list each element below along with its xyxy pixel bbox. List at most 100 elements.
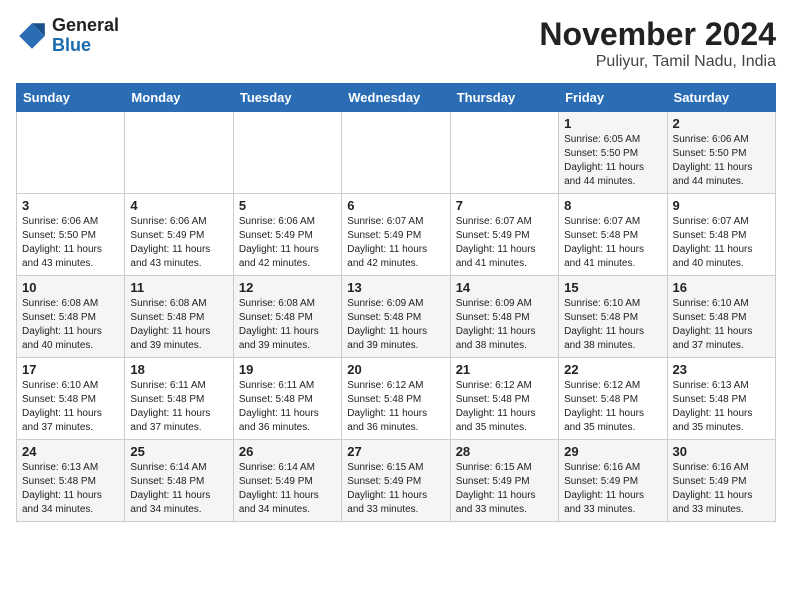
day-info: Sunrise: 6:08 AMSunset: 5:48 PMDaylight:… (22, 297, 119, 353)
calendar-cell: 2 Sunrise: 6:06 AMSunset: 5:50 PMDaylight… (667, 112, 775, 194)
day-info: Sunrise: 6:08 AMSunset: 5:48 PMDaylight:… (130, 297, 227, 353)
day-number: 26 (239, 444, 336, 459)
calendar-cell: 14Sunrise: 6:09 AMSunset: 5:48 PMDayligh… (450, 276, 558, 358)
calendar-cell: 15Sunrise: 6:10 AMSunset: 5:48 PMDayligh… (559, 276, 667, 358)
weekday-header: Saturday (667, 84, 775, 112)
calendar-header-row: SundayMondayTuesdayWednesdayThursdayFrid… (17, 84, 776, 112)
day-number: 29 (564, 444, 661, 459)
day-number: 4 (130, 198, 227, 213)
day-number: 21 (456, 362, 553, 377)
day-number: 11 (130, 280, 227, 295)
day-info: Sunrise: 6:11 AMSunset: 5:48 PMDaylight:… (130, 379, 227, 435)
day-info: Sunrise: 6:10 AMSunset: 5:48 PMDaylight:… (673, 297, 770, 353)
day-number: 8 (564, 198, 661, 213)
day-number: 22 (564, 362, 661, 377)
calendar-cell: 27 Sunrise: 6:15 AMSunset: 5:49 PMDayligh… (342, 440, 450, 522)
calendar-cell: 16 Sunrise: 6:10 AMSunset: 5:48 PMDayligh… (667, 276, 775, 358)
calendar-cell: 25 Sunrise: 6:14 AMSunset: 5:48 PMDayligh… (125, 440, 233, 522)
day-number: 14 (456, 280, 553, 295)
logo-icon (16, 20, 48, 52)
day-info: Sunrise: 6:08 AMSunset: 5:48 PMDaylight:… (239, 297, 336, 353)
day-info: Sunrise: 6:07 AMSunset: 5:49 PMDaylight:… (456, 215, 553, 271)
weekday-header: Friday (559, 84, 667, 112)
day-info: Sunrise: 6:07 AMSunset: 5:48 PMDaylight:… (564, 215, 661, 271)
day-info: Sunrise: 6:09 AMSunset: 5:48 PMDaylight:… (347, 297, 444, 353)
calendar-cell: 20Sunrise: 6:12 AMSunset: 5:48 PMDayligh… (342, 358, 450, 440)
day-info: Sunrise: 6:13 AMSunset: 5:48 PMDaylight:… (673, 379, 770, 435)
calendar-cell: 24 Sunrise: 6:13 AMSunset: 5:48 PMDayligh… (17, 440, 125, 522)
weekday-header: Wednesday (342, 84, 450, 112)
day-info: Sunrise: 6:13 AMSunset: 5:48 PMDaylight:… (22, 461, 119, 517)
logo: General Blue (16, 16, 119, 56)
day-info: Sunrise: 6:05 AMSunset: 5:50 PMDaylight:… (564, 133, 661, 189)
day-number: 7 (456, 198, 553, 213)
calendar-cell: 22 Sunrise: 6:12 AMSunset: 5:48 PMDayligh… (559, 358, 667, 440)
day-info: Sunrise: 6:15 AMSunset: 5:49 PMDaylight:… (456, 461, 553, 517)
day-info: Sunrise: 6:15 AMSunset: 5:49 PMDaylight:… (347, 461, 444, 517)
day-number: 24 (22, 444, 119, 459)
calendar-cell (450, 112, 558, 194)
day-number: 5 (239, 198, 336, 213)
page-subtitle: Puliyur, Tamil Nadu, India (539, 53, 776, 71)
calendar-cell: 6 Sunrise: 6:07 AMSunset: 5:49 PMDaylight… (342, 194, 450, 276)
day-number: 1 (564, 116, 661, 131)
calendar-week-row: 10 Sunrise: 6:08 AMSunset: 5:48 PMDayligh… (17, 276, 776, 358)
calendar-cell: 19 Sunrise: 6:11 AMSunset: 5:48 PMDayligh… (233, 358, 341, 440)
calendar-week-row: 1 Sunrise: 6:05 AMSunset: 5:50 PMDaylight… (17, 112, 776, 194)
day-info: Sunrise: 6:12 AMSunset: 5:48 PMDaylight:… (456, 379, 553, 435)
calendar-cell: 28Sunrise: 6:15 AMSunset: 5:49 PMDayligh… (450, 440, 558, 522)
day-number: 25 (130, 444, 227, 459)
calendar-cell: 12 Sunrise: 6:08 AMSunset: 5:48 PMDayligh… (233, 276, 341, 358)
day-number: 16 (673, 280, 770, 295)
calendar-cell: 23Sunrise: 6:13 AMSunset: 5:48 PMDayligh… (667, 358, 775, 440)
calendar-cell: 1 Sunrise: 6:05 AMSunset: 5:50 PMDaylight… (559, 112, 667, 194)
day-info: Sunrise: 6:07 AMSunset: 5:48 PMDaylight:… (673, 215, 770, 271)
day-info: Sunrise: 6:07 AMSunset: 5:49 PMDaylight:… (347, 215, 444, 271)
calendar-cell: 21 Sunrise: 6:12 AMSunset: 5:48 PMDayligh… (450, 358, 558, 440)
calendar-cell (342, 112, 450, 194)
day-number: 12 (239, 280, 336, 295)
calendar-week-row: 3 Sunrise: 6:06 AMSunset: 5:50 PMDaylight… (17, 194, 776, 276)
weekday-header: Tuesday (233, 84, 341, 112)
day-number: 3 (22, 198, 119, 213)
day-info: Sunrise: 6:12 AMSunset: 5:48 PMDaylight:… (564, 379, 661, 435)
calendar-cell: 11 Sunrise: 6:08 AMSunset: 5:48 PMDayligh… (125, 276, 233, 358)
calendar-cell: 3 Sunrise: 6:06 AMSunset: 5:50 PMDaylight… (17, 194, 125, 276)
weekday-header: Sunday (17, 84, 125, 112)
day-number: 27 (347, 444, 444, 459)
calendar-cell: 18Sunrise: 6:11 AMSunset: 5:48 PMDayligh… (125, 358, 233, 440)
logo-blue: Blue (52, 36, 119, 56)
day-info: Sunrise: 6:14 AMSunset: 5:49 PMDaylight:… (239, 461, 336, 517)
calendar-cell (233, 112, 341, 194)
day-info: Sunrise: 6:06 AMSunset: 5:50 PMDaylight:… (22, 215, 119, 271)
day-number: 19 (239, 362, 336, 377)
day-number: 9 (673, 198, 770, 213)
calendar-cell: 13 Sunrise: 6:09 AMSunset: 5:48 PMDayligh… (342, 276, 450, 358)
calendar-cell: 17Sunrise: 6:10 AMSunset: 5:48 PMDayligh… (17, 358, 125, 440)
weekday-header: Monday (125, 84, 233, 112)
day-number: 15 (564, 280, 661, 295)
logo-text: General Blue (52, 16, 119, 56)
day-info: Sunrise: 6:06 AMSunset: 5:49 PMDaylight:… (239, 215, 336, 271)
calendar-cell: 10 Sunrise: 6:08 AMSunset: 5:48 PMDayligh… (17, 276, 125, 358)
day-number: 6 (347, 198, 444, 213)
day-info: Sunrise: 6:06 AMSunset: 5:49 PMDaylight:… (130, 215, 227, 271)
day-number: 10 (22, 280, 119, 295)
calendar-cell: 9 Sunrise: 6:07 AMSunset: 5:48 PMDaylight… (667, 194, 775, 276)
day-number: 2 (673, 116, 770, 131)
calendar-cell: 8 Sunrise: 6:07 AMSunset: 5:48 PMDaylight… (559, 194, 667, 276)
day-info: Sunrise: 6:12 AMSunset: 5:48 PMDaylight:… (347, 379, 444, 435)
day-info: Sunrise: 6:14 AMSunset: 5:48 PMDaylight:… (130, 461, 227, 517)
logo-general: General (52, 16, 119, 36)
calendar-cell: 5 Sunrise: 6:06 AMSunset: 5:49 PMDaylight… (233, 194, 341, 276)
day-info: Sunrise: 6:11 AMSunset: 5:48 PMDaylight:… (239, 379, 336, 435)
page-header: General Blue November 2024 Puliyur, Tami… (16, 16, 776, 71)
calendar-week-row: 17Sunrise: 6:10 AMSunset: 5:48 PMDayligh… (17, 358, 776, 440)
page-title: November 2024 (539, 16, 776, 53)
day-info: Sunrise: 6:16 AMSunset: 5:49 PMDaylight:… (564, 461, 661, 517)
day-info: Sunrise: 6:16 AMSunset: 5:49 PMDaylight:… (673, 461, 770, 517)
day-info: Sunrise: 6:06 AMSunset: 5:50 PMDaylight:… (673, 133, 770, 189)
calendar-cell (17, 112, 125, 194)
day-number: 13 (347, 280, 444, 295)
title-block: November 2024 Puliyur, Tamil Nadu, India (539, 16, 776, 71)
